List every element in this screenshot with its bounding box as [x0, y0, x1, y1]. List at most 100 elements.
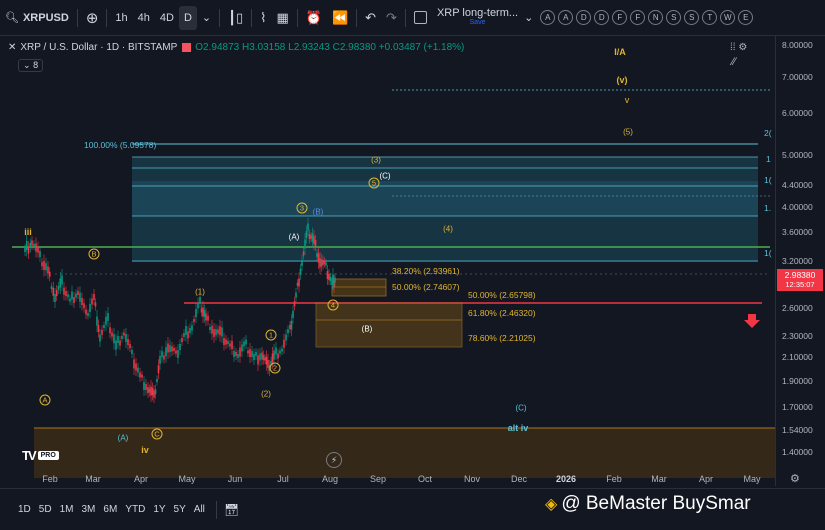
candle-body: [113, 334, 115, 344]
candles-icon[interactable]: ┃▯: [223, 6, 248, 30]
alert-icon[interactable]: ⏰: [301, 6, 327, 30]
candle-body: [24, 248, 26, 252]
fib-label-500: 50.00% (2.74607): [392, 282, 460, 292]
candle-body: [148, 388, 151, 393]
flag-icon[interactable]: [182, 43, 192, 52]
candle-body: [295, 292, 297, 298]
candle-body: [219, 326, 221, 336]
chart-pane[interactable]: ✕ XRP / U.S. Dollar · 1D · BITSTAMP O2.9…: [0, 36, 775, 486]
candle-body: [249, 349, 251, 357]
candle-body: [328, 274, 330, 280]
quick-circle-9[interactable]: T: [702, 10, 718, 25]
bottom-toolbar: 1D 5D 1M 3M 6M YTD 1Y 5Y All 📅︎ ◈ @ BeMaster Buy…: [0, 488, 825, 530]
candle-body: [97, 325, 100, 332]
chevron-down-icon: ⌄: [524, 12, 534, 24]
quick-circle-11[interactable]: E: [738, 10, 754, 25]
fullscreen-icon[interactable]: ∕∕: [732, 56, 736, 68]
add-compare-icon[interactable]: ⊕: [81, 6, 104, 30]
top-toolbar: 🔍︎ XRPUSD ⊕ 1h 4h 4D D ⌄ ┃▯ ⌇ ▦ ⏰ ⏪ ↶ ↷ …: [0, 0, 825, 36]
candle-body: [103, 325, 105, 328]
legend-ohlc: O2.94873 H3.03158 L2.93243 C2.98380 +0.0…: [195, 42, 465, 53]
candle-body: [73, 297, 75, 303]
date-range-icon[interactable]: 📅︎: [224, 503, 239, 517]
symbol-search[interactable]: 🔍︎ XRPUSD: [0, 6, 74, 30]
interval-4d[interactable]: 4D: [155, 6, 179, 30]
tv-icon: TV: [22, 448, 37, 463]
interval-1h[interactable]: 1h: [110, 6, 132, 30]
candle-body: [31, 240, 33, 246]
quick-circle-10[interactable]: W: [720, 10, 736, 25]
quick-circle-4[interactable]: F: [612, 10, 628, 25]
range-6m[interactable]: 6M: [103, 504, 117, 515]
candle-body: [316, 253, 318, 257]
quick-circle-6[interactable]: N: [648, 10, 664, 25]
templates-icon[interactable]: ▦: [271, 6, 293, 30]
quick-circle-2[interactable]: D: [576, 10, 592, 25]
jump-to-date-icon[interactable]: ⚡: [326, 452, 342, 468]
quick-circle-7[interactable]: S: [666, 10, 682, 25]
watermark-text: @ BeMaster BuySmar: [561, 493, 751, 514]
fib-label-786: 78.60% (2.21025): [468, 333, 536, 343]
circle-wave-B: B: [88, 248, 100, 260]
wave-iii: iii: [24, 227, 32, 237]
redo-icon[interactable]: ↷: [381, 6, 402, 30]
candle-body: [45, 263, 47, 271]
interval-d[interactable]: D: [178, 5, 197, 30]
range-1d[interactable]: 1D: [18, 504, 31, 515]
settings-icon[interactable]: ⚙: [790, 472, 800, 485]
candle-body: [150, 386, 152, 396]
candle-body: [241, 344, 243, 352]
range-5d[interactable]: 5D: [39, 504, 52, 515]
candle-body: [311, 233, 314, 242]
range-3m[interactable]: 3M: [82, 504, 96, 515]
candle-body: [181, 338, 183, 342]
indicators-icon[interactable]: ⌇: [255, 6, 271, 30]
fib-label-500b: 50.00% (2.65798): [468, 290, 536, 300]
chart-tools-icon[interactable]: ⁞⁞ ⚙: [730, 42, 747, 53]
wave-IA: I/A: [614, 47, 626, 57]
chevron-down-icon[interactable]: ⌄: [197, 6, 216, 30]
candle-body: [213, 329, 215, 337]
replay-icon[interactable]: ⏪: [327, 6, 353, 30]
undo-icon[interactable]: ↶: [360, 6, 381, 30]
candle-body: [310, 235, 312, 239]
candle-body: [323, 260, 326, 264]
candle-body: [264, 357, 266, 361]
candle-body: [217, 329, 219, 334]
candle-body: [133, 359, 135, 369]
range-1y[interactable]: 1Y: [153, 504, 165, 515]
edge-label: 1: [766, 154, 771, 164]
candle-body: [237, 354, 239, 358]
quick-circle-3[interactable]: D: [594, 10, 610, 25]
candle-body: [25, 241, 28, 250]
x-axis-label: 2026: [555, 474, 577, 484]
range-all[interactable]: All: [194, 504, 205, 515]
separator: [76, 8, 78, 27]
quick-circle-0[interactable]: A: [540, 10, 556, 25]
interval-4h[interactable]: 4h: [133, 6, 155, 30]
indicators-toggle[interactable]: ⌄ 8: [18, 59, 44, 72]
candle-body: [55, 290, 58, 296]
candle-body: [183, 333, 185, 337]
wave-C-top: (C): [379, 171, 391, 181]
candle-body: [137, 367, 139, 373]
quick-circle-1[interactable]: A: [558, 10, 574, 25]
candle-body: [37, 246, 39, 253]
tradingview-logo: TV PRO: [22, 448, 59, 463]
price-axis[interactable]: 8.00000 7.00000 6.00000 5.00000 4.40000 4.000…: [775, 36, 825, 486]
axis-label: 1.70000: [782, 402, 813, 412]
axis-label: 2.30000: [782, 331, 813, 341]
candle-body: [135, 363, 137, 371]
candle-body: [57, 286, 60, 290]
quick-circle-8[interactable]: S: [684, 10, 700, 25]
close-icon[interactable]: ✕: [8, 42, 16, 53]
layout-selector[interactable]: XRP long-term... Save ⌄: [409, 6, 538, 30]
chart-legend: ✕ XRP / U.S. Dollar · 1D · BITSTAMP O2.9…: [8, 42, 464, 53]
range-1m[interactable]: 1M: [60, 504, 74, 515]
range-ytd[interactable]: YTD: [125, 504, 145, 515]
axis-label: 7.00000: [782, 72, 813, 82]
quick-circle-5[interactable]: F: [630, 10, 646, 25]
axis-label: 5.00000: [782, 150, 813, 160]
range-5y[interactable]: 5Y: [174, 504, 186, 515]
candle-body: [293, 301, 296, 307]
